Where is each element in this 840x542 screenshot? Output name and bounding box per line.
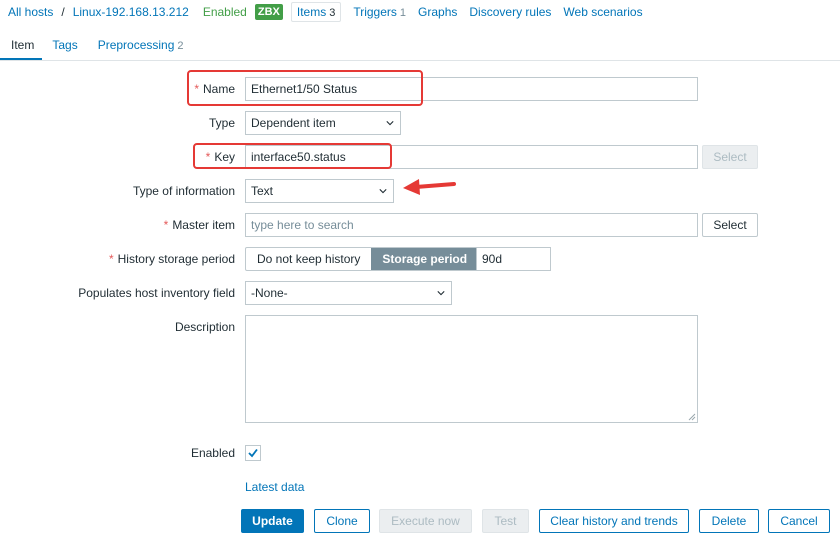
history-label-text: History storage period	[117, 252, 235, 266]
delete-button[interactable]: Delete	[699, 509, 759, 533]
clear-history-button[interactable]: Clear history and trends	[539, 509, 689, 533]
type-label: Type	[208, 116, 235, 130]
arrow-annotation-icon	[403, 179, 456, 195]
host-status[interactable]: Enabled	[203, 5, 247, 19]
nav-tab-triggers-label: Triggers	[353, 5, 397, 19]
breadcrumb-host[interactable]: Linux-192.168.13.212	[73, 5, 189, 19]
form-tabs: Item Tags Preprocessing 2	[0, 33, 840, 61]
cancel-button[interactable]: Cancel	[768, 509, 830, 533]
latest-data-link[interactable]: Latest data	[245, 475, 304, 499]
tab-item[interactable]: Item	[0, 32, 43, 60]
type-of-information-value: Text	[251, 184, 274, 198]
clone-button[interactable]: Clone	[314, 509, 370, 533]
history-storage-period-option[interactable]: Storage period	[371, 248, 479, 270]
tab-preprocessing-count: 2	[177, 40, 184, 52]
chevron-down-icon	[437, 291, 445, 296]
tab-preprocessing[interactable]: Preprocessing 2	[88, 32, 194, 60]
nav-tab-web-scenarios[interactable]: Web scenarios	[563, 5, 642, 19]
inventory-select-value: -None-	[251, 286, 288, 300]
resize-grip-icon[interactable]	[688, 413, 696, 421]
master-item-input[interactable]: type here to search	[245, 213, 698, 237]
nav-tab-items-count: 3	[329, 7, 336, 19]
nav-tab-triggers[interactable]: Triggers 1	[353, 5, 406, 19]
inventory-select[interactable]: -None-	[245, 281, 452, 305]
tab-tags[interactable]: Tags	[42, 32, 87, 60]
history-mode-toggle: Do not keep history Storage period	[245, 247, 480, 271]
nav-tab-triggers-count: 1	[399, 7, 407, 19]
key-select-button[interactable]: Select	[702, 145, 758, 169]
nav-tab-discovery-rules[interactable]: Discovery rules	[469, 5, 551, 19]
execute-now-button[interactable]: Execute now	[379, 509, 472, 533]
type-select-value: Dependent item	[251, 116, 336, 130]
type-of-information-select[interactable]: Text	[245, 179, 394, 203]
type-of-information-label: Type of information	[132, 184, 235, 198]
enabled-checkbox[interactable]	[245, 445, 261, 461]
chevron-down-icon	[386, 121, 394, 126]
test-button[interactable]: Test	[482, 509, 529, 533]
master-item-placeholder: type here to search	[251, 218, 354, 232]
nav-tab-graphs[interactable]: Graphs	[418, 5, 457, 19]
master-item-label: * Master item	[164, 213, 235, 237]
type-select[interactable]: Dependent item	[245, 111, 401, 135]
nav-tab-items[interactable]: Items 3	[290, 2, 342, 22]
history-period-input[interactable]: 90d	[476, 247, 551, 271]
breadcrumb-separator: /	[61, 5, 65, 19]
name-highlight-box	[187, 70, 423, 106]
zbx-availability-badge: ZBX	[254, 4, 283, 20]
master-item-label-text: Master item	[172, 218, 235, 232]
tab-preprocessing-label: Preprocessing	[97, 38, 175, 52]
breadcrumb-all-hosts[interactable]: All hosts	[8, 5, 53, 19]
nav-tab-items-label: Items	[296, 5, 327, 19]
history-do-not-keep-option[interactable]: Do not keep history	[246, 248, 371, 270]
update-button[interactable]: Update	[241, 509, 304, 533]
required-mark: *	[108, 252, 114, 266]
checkmark-icon	[248, 448, 258, 458]
master-item-select-button[interactable]: Select	[702, 213, 758, 237]
history-label: * History storage period	[109, 247, 235, 271]
enabled-label: Enabled	[190, 446, 235, 460]
required-mark: *	[163, 218, 169, 232]
description-label: Description	[174, 320, 235, 334]
inventory-label: Populates host inventory field	[78, 286, 235, 300]
host-navigation: All hosts / Linux-192.168.13.212 Enabled…	[0, 0, 840, 24]
chevron-down-icon	[379, 189, 387, 194]
description-textarea[interactable]	[245, 315, 698, 423]
key-highlight-box	[193, 143, 392, 169]
